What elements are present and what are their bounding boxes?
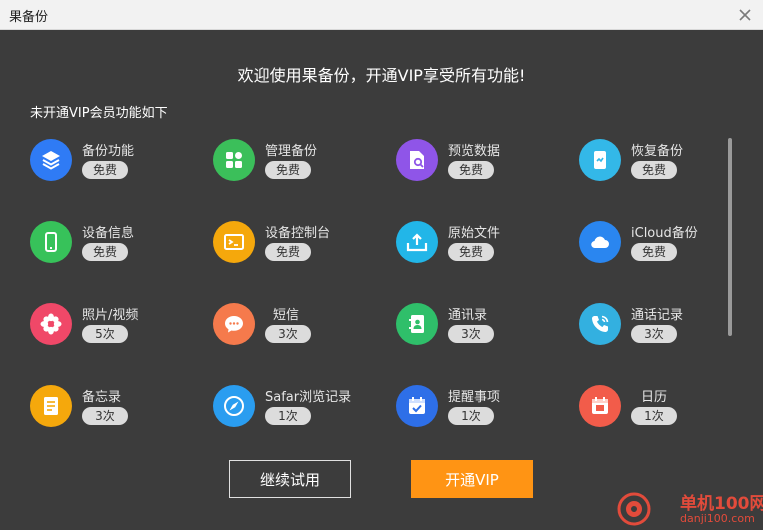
scrollbar[interactable] xyxy=(728,138,732,336)
status-badge: 免费 xyxy=(265,161,311,179)
feature-name: 恢复备份 xyxy=(631,144,684,159)
phone-call-icon xyxy=(579,303,621,345)
feature-device-info: 设备信息 免费 xyxy=(30,221,210,281)
feature-grid: 备份功能 免费 管理备份 免费 预览数据 免费 恢复备份 免费 设备信息 免费 … xyxy=(0,0,720,440)
watermark-text: 单机100网 xyxy=(680,494,763,514)
status-badge: 1次 xyxy=(265,407,311,425)
feature-name: 设备控制台 xyxy=(265,226,331,241)
feature-name: 提醒事项 xyxy=(448,390,501,405)
feature-device-console: 设备控制台 免费 xyxy=(213,221,393,281)
status-badge: 5次 xyxy=(82,325,128,343)
feature-call-log: 通话记录 3次 xyxy=(579,303,759,363)
close-icon[interactable] xyxy=(735,5,755,25)
status-badge: 免费 xyxy=(448,243,494,261)
feature-calendar: 日历 1次 xyxy=(579,385,759,445)
status-badge: 1次 xyxy=(631,407,677,425)
grid-icon xyxy=(213,139,255,181)
status-badge: 免费 xyxy=(448,161,494,179)
feature-name: Safar浏览记录 xyxy=(265,390,352,405)
status-badge: 免费 xyxy=(82,161,128,179)
feature-name: 原始文件 xyxy=(448,226,501,241)
activate-vip-button[interactable]: 开通VIP xyxy=(411,460,533,498)
calendar-icon xyxy=(579,385,621,427)
feature-name: 预览数据 xyxy=(448,144,501,159)
feature-raw-files: 原始文件 免费 xyxy=(396,221,576,281)
feature-name: 照片/视频 xyxy=(82,308,139,323)
feature-sms: 短信 3次 xyxy=(213,303,393,363)
watermark-url: danji100.com xyxy=(680,512,755,525)
console-icon xyxy=(213,221,255,263)
status-badge: 1次 xyxy=(448,407,494,425)
feature-name: 设备信息 xyxy=(82,226,135,241)
status-badge: 免费 xyxy=(631,161,677,179)
file-search-icon xyxy=(396,139,438,181)
feature-manage-backup: 管理备份 免费 xyxy=(213,139,393,199)
continue-trial-button[interactable]: 继续试用 xyxy=(229,460,351,498)
watermark-logo-icon xyxy=(617,492,651,526)
feature-name: 备份功能 xyxy=(82,144,135,159)
calendar-check-icon xyxy=(396,385,438,427)
upload-tray-icon xyxy=(396,221,438,263)
site-watermark: 单机100网 danji100.com xyxy=(614,488,763,530)
status-badge: 免费 xyxy=(265,243,311,261)
feature-name: 通讯录 xyxy=(448,308,488,323)
feature-preview-data: 预览数据 免费 xyxy=(396,139,576,199)
status-badge: 免费 xyxy=(82,243,128,261)
feature-name: 短信 xyxy=(273,308,300,323)
layers-icon xyxy=(30,139,72,181)
contacts-icon xyxy=(396,303,438,345)
feature-safari-history: Safar浏览记录 1次 xyxy=(213,385,393,445)
status-badge: 3次 xyxy=(631,325,677,343)
feature-restore-backup: 恢复备份 免费 xyxy=(579,139,759,199)
chat-bubble-icon xyxy=(213,303,255,345)
compass-icon xyxy=(213,385,255,427)
feature-name: iCloud备份 xyxy=(631,226,698,241)
feature-reminders: 提醒事项 1次 xyxy=(396,385,576,445)
feature-photos-videos: 照片/视频 5次 xyxy=(30,303,210,363)
feature-backup: 备份功能 免费 xyxy=(30,139,210,199)
status-badge: 免费 xyxy=(631,243,677,261)
phone-restore-icon xyxy=(579,139,621,181)
status-badge: 3次 xyxy=(82,407,128,425)
flower-icon xyxy=(30,303,72,345)
feature-name: 备忘录 xyxy=(82,390,122,405)
feature-notes: 备忘录 3次 xyxy=(30,385,210,445)
phone-icon xyxy=(30,221,72,263)
status-badge: 3次 xyxy=(265,325,311,343)
feature-name: 管理备份 xyxy=(265,144,318,159)
feature-contacts: 通讯录 3次 xyxy=(396,303,576,363)
feature-name: 通话记录 xyxy=(631,308,684,323)
feature-name: 日历 xyxy=(641,390,668,405)
feature-icloud-backup: iCloud备份 免费 xyxy=(579,221,759,281)
status-badge: 3次 xyxy=(448,325,494,343)
notes-icon xyxy=(30,385,72,427)
cloud-icon xyxy=(579,221,621,263)
